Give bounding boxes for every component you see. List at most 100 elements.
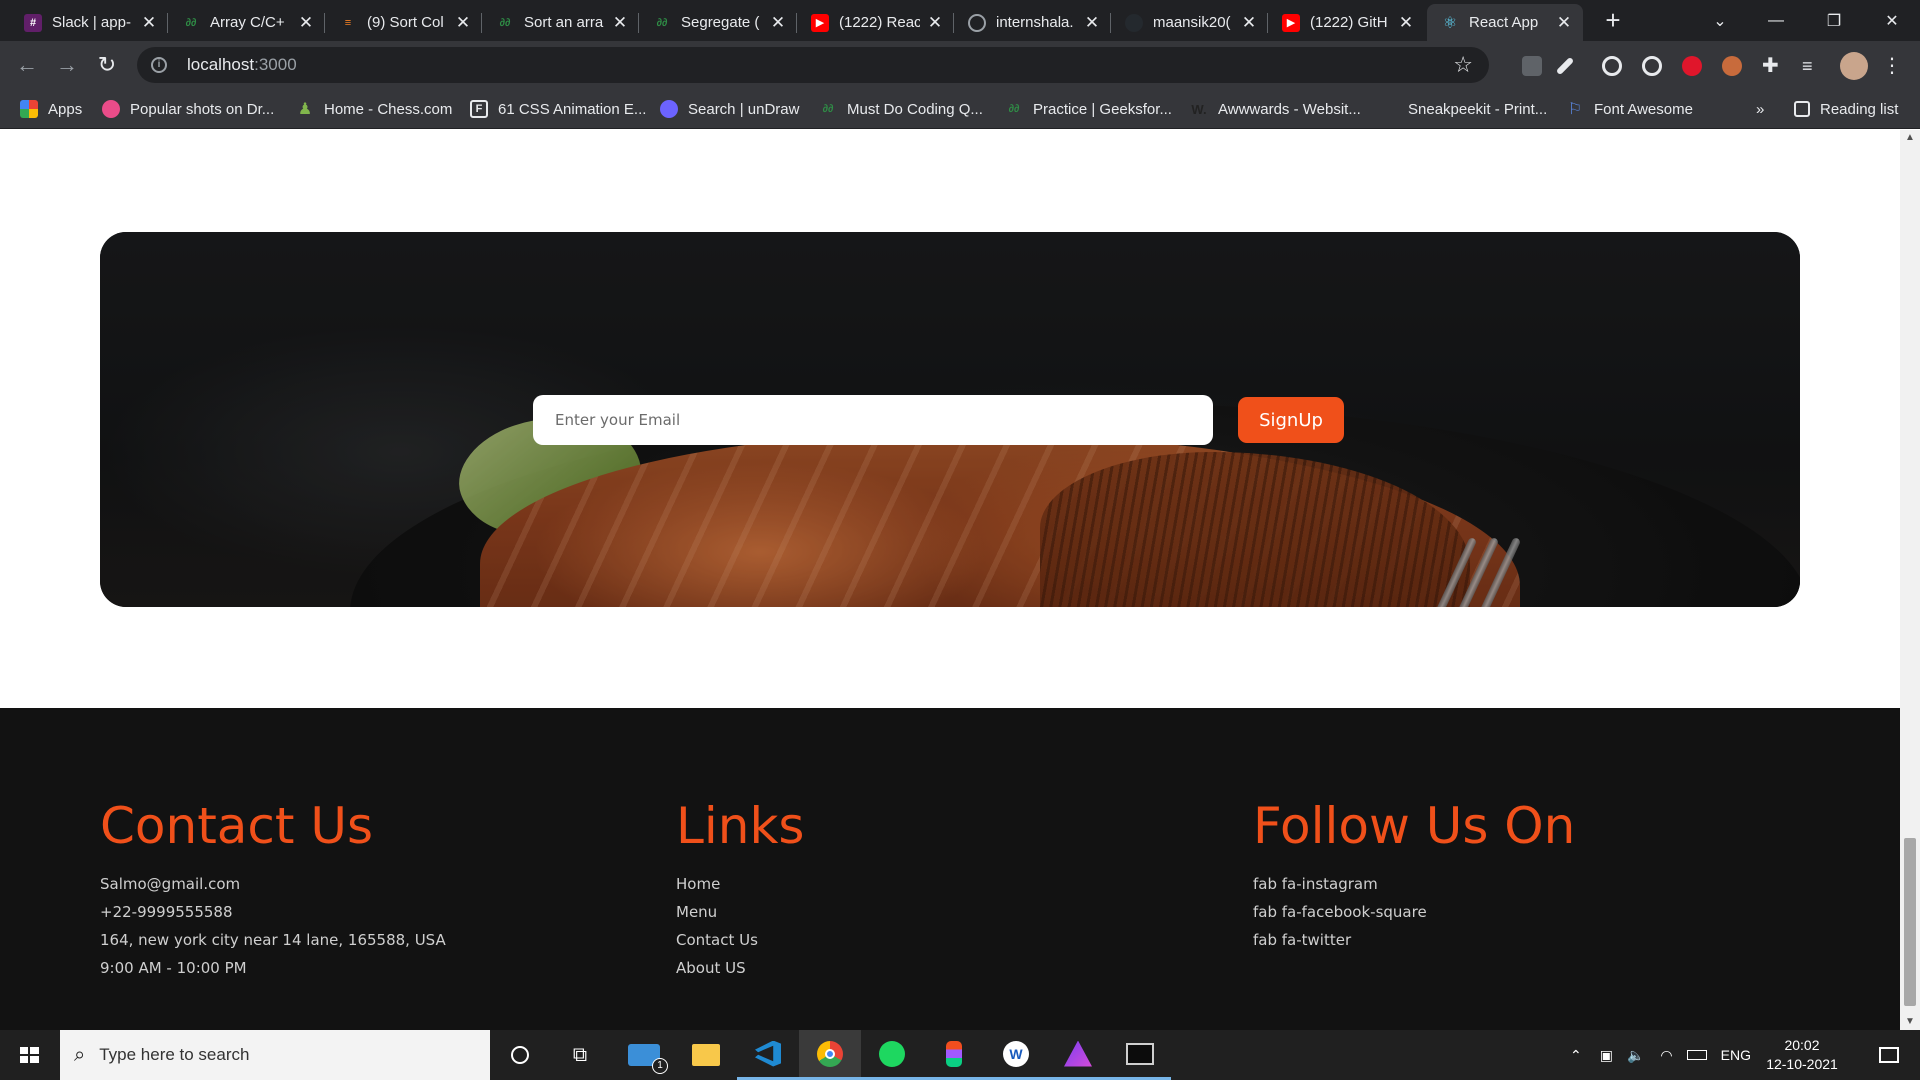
bookmark-awwwards[interactable]: W. Awwwards - Websit... — [1190, 98, 1360, 120]
scroll-up-arrow-icon[interactable]: ▲ — [1900, 130, 1920, 146]
volume-icon[interactable]: 🔈 — [1627, 1047, 1644, 1064]
contact-phone: +22-9999555588 — [100, 903, 233, 921]
bookmark-undraw[interactable]: Search | unDraw — [660, 98, 799, 120]
taskbar-search[interactable]: ⌕ Type here to search — [60, 1030, 490, 1080]
bookmark-practice-gfg[interactable]: ∂∂ Practice | Geeksfor... — [1005, 98, 1172, 120]
forward-icon[interactable]: → — [53, 51, 81, 79]
bookmark-dribbble[interactable]: Popular shots on Dr... — [102, 98, 274, 120]
close-icon[interactable]: ✕ — [1083, 13, 1101, 33]
terminal-app[interactable] — [1109, 1030, 1171, 1080]
tab-sort-col[interactable]: ≡ (9) Sort Col ✕ — [325, 4, 482, 41]
close-icon[interactable]: ✕ — [769, 13, 787, 33]
tab-youtube-github[interactable]: ▶ (1222) GitH ✕ — [1268, 4, 1425, 41]
scroll-down-arrow-icon[interactable]: ▼ — [1900, 1014, 1920, 1030]
page-scrollbar[interactable]: ▲ ▼ — [1900, 130, 1920, 1030]
chevron-right-icon: » — [1756, 100, 1765, 118]
spotify-app[interactable] — [861, 1030, 923, 1080]
tab-react-app[interactable]: ⚛ React App ✕ — [1427, 4, 1583, 41]
bookmark-star-icon[interactable]: ☆ — [1453, 52, 1473, 78]
affinity-app[interactable] — [1047, 1030, 1109, 1080]
close-icon[interactable]: ✕ — [297, 13, 315, 33]
footer-link-contact[interactable]: Contact Us — [676, 926, 804, 954]
meet-now-icon[interactable]: ▣ — [1600, 1047, 1613, 1064]
cortana-button[interactable] — [489, 1030, 551, 1080]
windows-taskbar: ⌕ Type here to search ⧉ 1 W ⌃ ▣ 🔈 ◠ ENG … — [0, 1030, 1920, 1080]
tab-sort-array[interactable]: ∂∂ Sort an arra ✕ — [482, 4, 639, 41]
address-bar[interactable]: i localhost:3000 ☆ — [137, 47, 1489, 83]
restore-button[interactable]: ❐ — [1806, 0, 1862, 41]
close-icon[interactable]: ✕ — [926, 13, 944, 33]
cookie-icon[interactable] — [1722, 56, 1742, 76]
close-icon[interactable]: ✕ — [1397, 13, 1415, 33]
scroll-thumb[interactable] — [1904, 838, 1916, 1006]
tab-github-profile[interactable]: maansik20( ✕ — [1111, 4, 1268, 41]
bookmark-apps[interactable]: Apps — [20, 98, 82, 120]
back-icon[interactable]: ← — [13, 51, 41, 79]
flag-icon: ⚐ — [1567, 101, 1583, 118]
social-instagram[interactable]: fab fa-instagram — [1253, 870, 1575, 898]
kebab-menu-icon[interactable]: ⋮ — [1882, 56, 1902, 76]
tab-segregate[interactable]: ∂∂ Segregate ( ✕ — [639, 4, 797, 41]
tab-search-button[interactable]: ⌄ — [1692, 0, 1748, 41]
bookmark-sneakpeekit[interactable]: Sneakpeekit - Print... — [1380, 98, 1547, 120]
tab-label: (9) Sort Col — [367, 14, 444, 31]
language-indicator[interactable]: ENG — [1721, 1047, 1751, 1063]
vscode-app[interactable] — [737, 1030, 799, 1080]
social-facebook[interactable]: fab fa-facebook-square — [1253, 898, 1575, 926]
tab-youtube-react[interactable]: ▶ (1222) Reac ✕ — [797, 4, 954, 41]
slack-icon: # — [24, 13, 42, 32]
tab-internshala[interactable]: internshala. ✕ — [954, 4, 1111, 41]
task-view-button[interactable]: ⧉ — [549, 1030, 611, 1080]
dribbble-icon — [102, 100, 120, 118]
new-tab-button[interactable]: + — [1598, 6, 1628, 36]
close-window-button[interactable]: ✕ — [1864, 0, 1920, 41]
windows-start-button[interactable] — [0, 1030, 60, 1080]
footer-link-home[interactable]: Home — [676, 870, 804, 898]
react-icon: ⚛ — [1442, 14, 1458, 32]
figma-app[interactable] — [923, 1030, 985, 1080]
extension-icon[interactable] — [1522, 56, 1542, 76]
undraw-icon — [660, 100, 678, 118]
chrome-app[interactable] — [799, 1030, 861, 1080]
bookmarks-overflow[interactable]: » — [1756, 98, 1764, 120]
bookmark-font-awesome[interactable]: ⚐ Font Awesome — [1566, 98, 1693, 120]
close-icon[interactable]: ✕ — [611, 13, 629, 33]
target-extension-icon[interactable] — [1642, 56, 1662, 76]
social-twitter[interactable]: fab fa-twitter — [1253, 926, 1575, 954]
minimize-button[interactable]: — — [1748, 0, 1804, 41]
contact-address: 164, new york city near 14 lane, 165588,… — [100, 931, 446, 949]
taskbar-clock[interactable]: 20:02 12-10-2021 — [1752, 1036, 1852, 1074]
bookmark-chess[interactable]: ♟ Home - Chess.com — [296, 98, 453, 120]
footer-link-about[interactable]: About US — [676, 954, 804, 982]
chevron-up-icon[interactable]: ⌃ — [1570, 1047, 1582, 1064]
close-icon[interactable]: ✕ — [1240, 13, 1258, 33]
pen-extension-icon[interactable] — [1555, 56, 1575, 76]
email-input[interactable] — [533, 395, 1213, 445]
mail-app[interactable]: 1 — [613, 1030, 675, 1080]
bookmark-must-do[interactable]: ∂∂ Must Do Coding Q... — [819, 98, 983, 120]
close-icon[interactable]: ✕ — [140, 13, 158, 33]
notifications-button[interactable] — [1858, 1030, 1920, 1080]
close-icon[interactable]: ✕ — [1555, 13, 1573, 33]
bookmark-css-animation[interactable]: F 61 CSS Animation E... — [470, 98, 646, 120]
contact-email: Salmo@gmail.com — [100, 875, 241, 893]
signup-button[interactable]: SignUp — [1238, 397, 1344, 443]
adblock-icon[interactable] — [1682, 56, 1702, 76]
site-info-icon[interactable]: i — [151, 57, 167, 73]
battery-icon[interactable] — [1686, 1050, 1707, 1060]
gfg-icon: ∂∂ — [656, 16, 668, 29]
reload-icon[interactable]: ↻ — [93, 51, 121, 79]
wifi-icon[interactable]: ◠ — [1660, 1047, 1672, 1064]
tab-slack[interactable]: # Slack | app- ✕ — [10, 4, 168, 41]
github-icon — [1125, 13, 1143, 32]
avatar[interactable] — [1840, 52, 1868, 80]
close-icon[interactable]: ✕ — [454, 13, 472, 33]
footer-link-menu[interactable]: Menu — [676, 898, 804, 926]
media-control-icon[interactable]: ≡ — [1802, 56, 1822, 76]
extensions-puzzle-icon[interactable]: ✚ — [1762, 56, 1782, 76]
word-app[interactable]: W — [985, 1030, 1047, 1080]
file-explorer-app[interactable] — [675, 1030, 737, 1080]
extension-icon[interactable] — [1602, 56, 1622, 76]
tab-array[interactable]: ∂∂ Array C/C+ ✕ — [168, 4, 325, 41]
reading-list-button[interactable]: Reading list — [1794, 98, 1898, 120]
